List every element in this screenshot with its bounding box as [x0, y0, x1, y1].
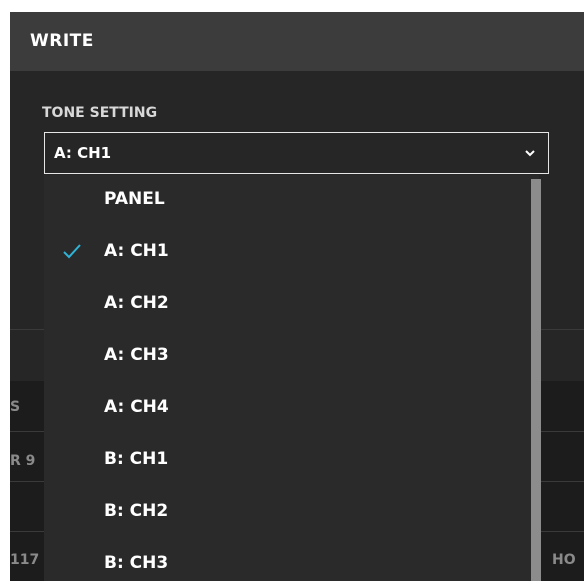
table-cell: HO: [552, 552, 576, 568]
dropdown-option-b-ch1[interactable]: B: CH1: [44, 435, 524, 487]
check-icon: [63, 244, 81, 259]
tone-setting-selected-value: A: CH1: [54, 144, 112, 162]
tone-setting-dropdown-list: PANEL A: CH1 A: CH2 A: CH3 A: CH4 B: CH1…: [44, 175, 539, 581]
dropdown-option-panel[interactable]: PANEL: [44, 175, 524, 227]
option-label: A: CH4: [104, 397, 169, 417]
dropdown-option-a-ch3[interactable]: A: CH3: [44, 331, 524, 383]
dropdown-option-a-ch1[interactable]: A: CH1: [44, 227, 524, 279]
panel-header: WRITE: [10, 12, 584, 71]
option-label: B: CH3: [104, 553, 169, 573]
dropdown-option-a-ch2[interactable]: A: CH2: [44, 279, 524, 331]
panel-title: WRITE: [30, 31, 94, 51]
chevron-down-icon: [525, 150, 535, 157]
write-panel: WRITE TONE SETTING A: CH1 S R 9 117 HO P…: [10, 12, 584, 581]
option-label: A: CH2: [104, 293, 169, 313]
tone-setting-select[interactable]: A: CH1: [44, 132, 549, 174]
tone-setting-label: TONE SETTING: [42, 105, 158, 121]
option-label: B: CH2: [104, 501, 169, 521]
option-label: A: CH3: [104, 345, 169, 365]
dropdown-option-a-ch4[interactable]: A: CH4: [44, 383, 524, 435]
option-label: PANEL: [104, 189, 165, 209]
table-cell: R 9: [10, 453, 36, 469]
dropdown-option-b-ch2[interactable]: B: CH2: [44, 487, 524, 539]
table-cell: S: [10, 399, 21, 415]
dropdown-option-b-ch3[interactable]: B: CH3: [44, 539, 524, 581]
dropdown-scrollbar[interactable]: [531, 179, 541, 581]
option-label: B: CH1: [104, 449, 169, 469]
option-label: A: CH1: [104, 241, 169, 261]
table-cell: 117: [10, 552, 40, 568]
